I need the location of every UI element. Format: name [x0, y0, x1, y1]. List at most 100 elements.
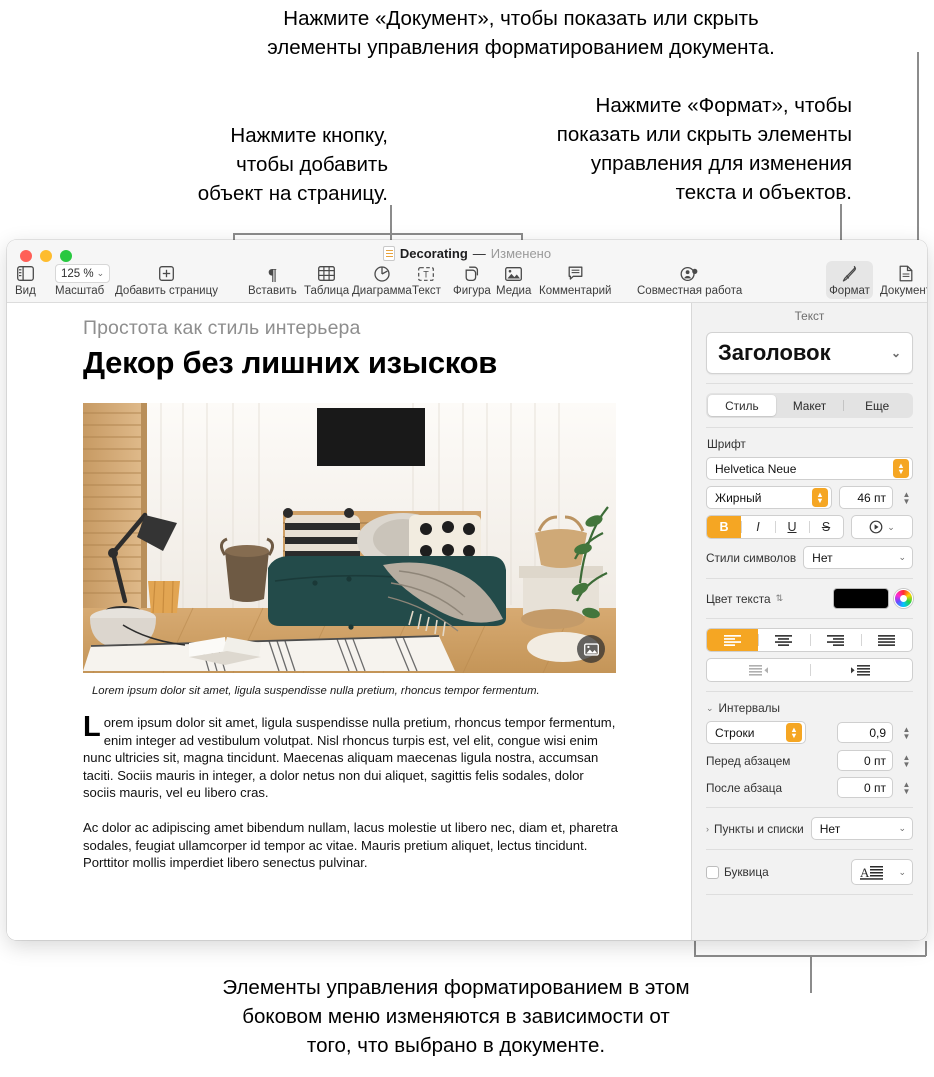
tab-more-label: Еще — [865, 398, 890, 413]
toolbar-label-insert: Вставить — [248, 285, 297, 297]
zoom-control[interactable]: 125 % ⌄ — [55, 264, 111, 283]
chevron-down-icon: ⌄ — [887, 521, 895, 532]
tab-style-label: Стиль — [725, 398, 759, 413]
align-right-icon — [826, 634, 844, 646]
character-styles-value: Нет — [812, 550, 833, 565]
space-after-label: После абзаца — [706, 780, 783, 795]
toolbar-item-table[interactable]: Таблица — [304, 264, 349, 297]
tab-style[interactable]: Стиль — [708, 395, 776, 416]
space-before-value: 0 пт — [863, 753, 886, 768]
italic-button[interactable]: I — [741, 516, 775, 538]
tab-more[interactable]: Еще — [843, 395, 911, 416]
align-center-button[interactable] — [758, 629, 809, 651]
document-image[interactable] — [83, 403, 616, 673]
leader-line-document — [917, 52, 919, 258]
increase-indent-button[interactable] — [809, 659, 913, 681]
divider — [706, 578, 913, 579]
character-styles-label: Стили символов — [706, 550, 797, 565]
indent-buttons — [706, 658, 913, 682]
bullets-section-header[interactable]: › Пункты и списки — [706, 822, 804, 836]
toolbar-item-add-page[interactable]: Добавить страницу — [115, 264, 218, 297]
toolbar-item-collaborate[interactable]: Совместная работа — [637, 264, 742, 297]
font-size-stepper[interactable]: ▲ ▼ — [900, 490, 913, 505]
text-color-label-group: Цвет текста ⇅ — [706, 592, 783, 606]
advanced-text-options-button[interactable]: ⌄ — [851, 515, 913, 539]
sidebar-bracket-bottom — [694, 955, 926, 957]
toolbar-label-media: Медиа — [496, 285, 532, 297]
space-before-stepper[interactable]: ▲ ▼ — [900, 753, 913, 768]
bold-label: B — [719, 520, 729, 534]
toolbar-item-format[interactable]: Формат — [826, 264, 873, 297]
font-weight-value: Жирный — [715, 490, 762, 505]
bold-button[interactable]: B — [707, 516, 741, 538]
align-justify-button[interactable] — [860, 629, 912, 651]
toolbar-label-add-page: Добавить страницу — [115, 285, 218, 297]
strikethrough-button[interactable]: S — [809, 516, 843, 538]
font-family-popup[interactable]: Helvetica Neue ▲ ▼ — [706, 457, 913, 480]
space-after-stepper[interactable]: ▲ ▼ — [900, 780, 913, 795]
updown-arrows-icon[interactable]: ⇅ — [776, 593, 784, 604]
add-page-icon — [159, 264, 174, 283]
paragraph-1-text: orem ipsum dolor sit amet, ligula suspen… — [83, 715, 616, 801]
inspector-tabs: Стиль Макет Еще — [706, 393, 913, 418]
leader-line-sidebar — [810, 955, 812, 993]
document-name: Decorating — [399, 246, 468, 261]
document-eyebrow: Простота как стиль интерьера — [83, 317, 361, 339]
toolbar-item-zoom-label: Масштаб — [55, 285, 104, 297]
pages-app-window: Decorating — Изменено Вид 125 % ⌄ Масшта… — [7, 240, 927, 940]
spacing-section-header[interactable]: ⌄ Интервалы — [706, 701, 913, 715]
toolbar-item-text[interactable]: T Текст — [412, 264, 441, 297]
toolbar-item-media[interactable]: Медиа — [496, 264, 531, 297]
bullets-label: Пункты и списки — [714, 821, 804, 836]
line-spacing-mode-popup[interactable]: Строки ▲ ▼ — [706, 721, 806, 744]
spacing-section-label: Интервалы — [718, 701, 780, 715]
toolbar-item-shape[interactable]: Фигура — [453, 264, 491, 297]
font-section-label: Шрифт — [707, 437, 746, 451]
color-wheel-icon[interactable] — [894, 589, 913, 608]
tab-layout[interactable]: Макет — [776, 395, 844, 416]
align-right-button[interactable] — [809, 629, 861, 651]
space-after-field[interactable]: 0 пт — [837, 777, 893, 798]
line-spacing-value-field[interactable]: 0,9 — [837, 722, 893, 743]
toolbar-label-shape: Фигура — [453, 285, 491, 297]
chevron-right-icon: › — [706, 823, 709, 834]
document-page-icon — [899, 264, 913, 283]
zoom-value: 125 % — [61, 267, 94, 280]
decrease-indent-button[interactable] — [707, 659, 810, 681]
divider — [706, 383, 913, 384]
view-icon — [16, 264, 34, 283]
italic-label: I — [756, 520, 760, 534]
toolbar-item-view[interactable]: Вид — [15, 264, 36, 297]
bullets-popup[interactable]: Нет ⌄ — [810, 817, 913, 840]
drop-cap-checkbox[interactable] — [706, 865, 719, 879]
drop-cap-row[interactable]: Буквица — [706, 865, 769, 879]
text-color-swatch[interactable] — [833, 588, 889, 609]
toolbar-label-comment: Комментарий — [539, 285, 612, 297]
insert-bracket-top — [233, 233, 523, 235]
font-size-field[interactable]: 46 пт — [839, 486, 893, 509]
toolbar-item-comment[interactable]: Комментарий — [539, 264, 611, 297]
chevron-down-icon: ⌄ — [898, 866, 906, 877]
font-weight-popup[interactable]: Жирный ▲ ▼ — [706, 486, 832, 509]
text-color-label: Цвет текста — [706, 591, 771, 606]
space-before-field[interactable]: 0 пт — [837, 750, 893, 771]
toolbar-item-insert[interactable]: ¶ Вставить — [248, 264, 297, 298]
svg-text:¶: ¶ — [268, 266, 277, 282]
drop-cap-style-popup[interactable]: A ⌄ — [851, 859, 913, 885]
underline-button[interactable]: U — [775, 516, 809, 538]
text-box-icon: T — [418, 264, 435, 283]
space-after-value: 0 пт — [863, 780, 886, 795]
character-styles-popup[interactable]: Нет ⌄ — [803, 546, 913, 569]
line-spacing-stepper[interactable]: ▲ ▼ — [900, 725, 913, 740]
document-canvas[interactable]: Простота как стиль интерьера Декор без л… — [7, 303, 691, 940]
image-placeholder-badge[interactable] — [577, 635, 605, 663]
paragraph-style-popup[interactable]: Заголовок ⌄ — [706, 332, 913, 374]
align-center-icon — [775, 634, 793, 646]
toolbar-item-chart[interactable]: Диаграмма — [352, 264, 412, 297]
align-left-button[interactable] — [707, 629, 759, 651]
drop-cap-label: Буквица — [724, 865, 769, 879]
popup-arrows-icon: ▲ ▼ — [812, 488, 828, 507]
svg-text:T: T — [424, 269, 430, 279]
shape-icon — [464, 264, 480, 283]
toolbar-item-document[interactable]: Документ — [880, 264, 927, 297]
